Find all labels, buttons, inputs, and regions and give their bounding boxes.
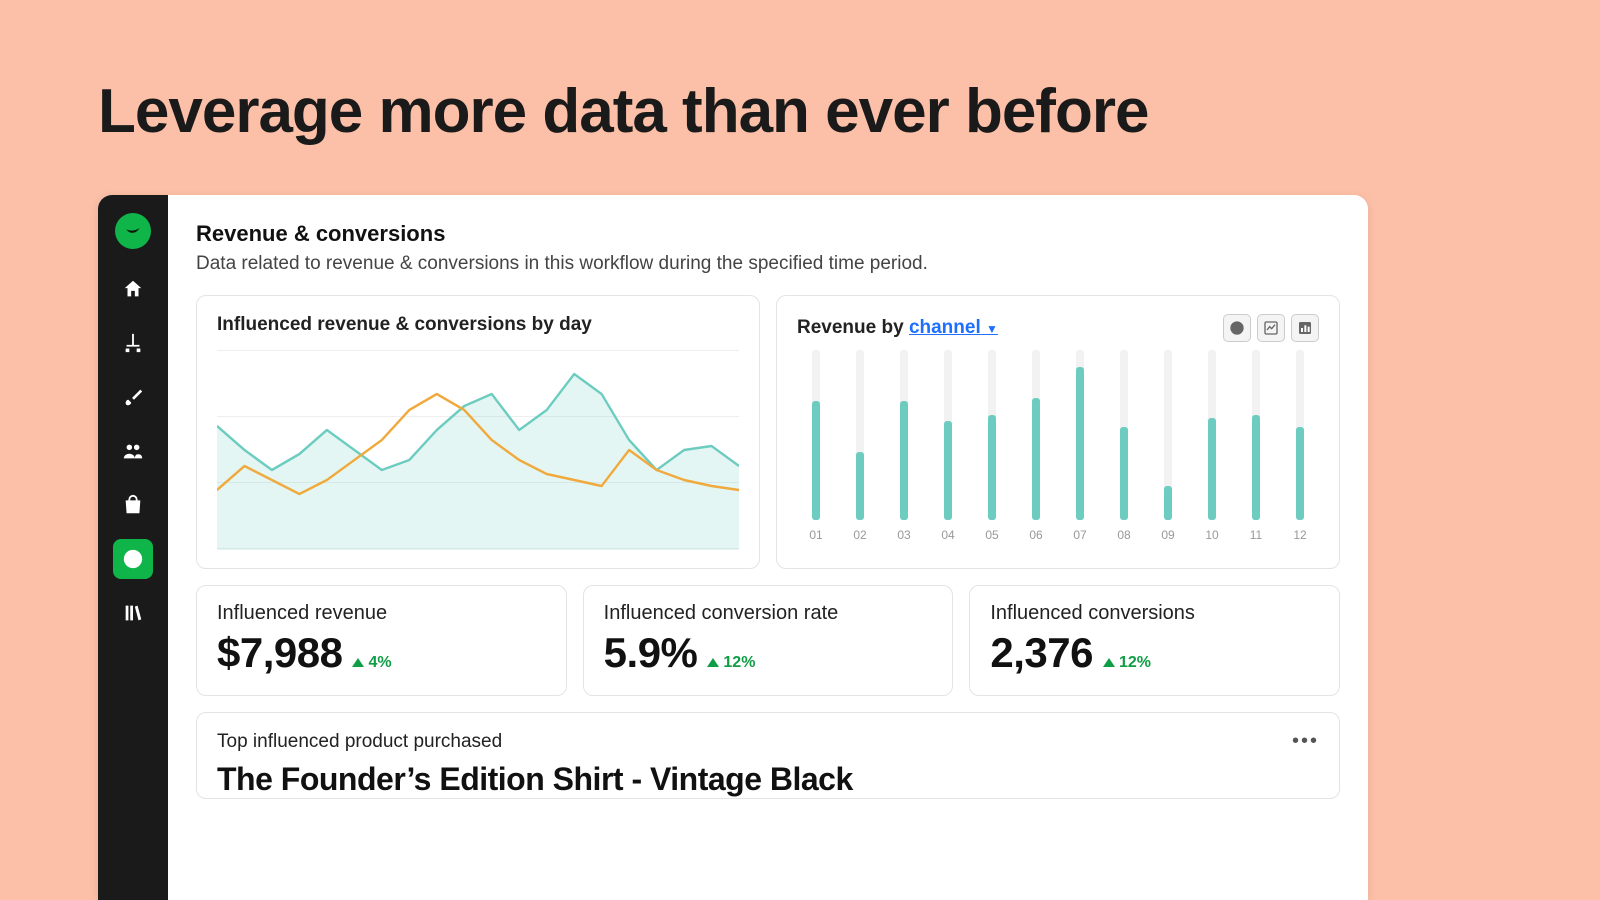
kpi-delta: 12% bbox=[707, 654, 755, 672]
kpi-row: Influenced revenue $7,988 4% Influenced con… bbox=[196, 585, 1340, 696]
bar-label: 01 bbox=[809, 528, 822, 542]
kpi-value: $7,988 bbox=[217, 629, 342, 677]
trend-up-icon bbox=[1103, 658, 1115, 667]
trend-up-icon bbox=[352, 658, 364, 667]
sidebar-item-library[interactable] bbox=[113, 593, 153, 633]
kpi-label: Influenced conversion rate bbox=[604, 602, 933, 625]
card-revenue-by-channel: Revenue by channel ▼ 01 02 03 bbox=[776, 295, 1340, 569]
channel-dropdown[interactable]: channel ▼ bbox=[909, 317, 998, 338]
bar-slot: 07 bbox=[1065, 350, 1095, 550]
trend-up-icon bbox=[707, 658, 719, 667]
kpi-card: Influenced revenue $7,988 4% bbox=[196, 585, 567, 696]
sidebar-item-analytics[interactable] bbox=[113, 539, 153, 579]
bar-label: 03 bbox=[897, 528, 910, 542]
bar-label: 10 bbox=[1205, 528, 1218, 542]
card-top-product: ••• Top influenced product purchased The… bbox=[196, 712, 1340, 799]
sidebar-item-home[interactable] bbox=[113, 269, 153, 309]
kpi-card: Influenced conversion rate 5.9% 12% bbox=[583, 585, 954, 696]
app-frame: Revenue & conversions Data related to re… bbox=[98, 195, 1368, 900]
kpi-label: Influenced conversions bbox=[990, 602, 1319, 625]
brand-logo[interactable] bbox=[115, 213, 151, 249]
bar-slot: 08 bbox=[1109, 350, 1139, 550]
bar[interactable] bbox=[856, 350, 864, 520]
line-chart bbox=[217, 350, 739, 550]
chart-type-bar-button[interactable] bbox=[1291, 314, 1319, 342]
kpi-delta: 12% bbox=[1103, 654, 1151, 672]
top-product-name: The Founder’s Edition Shirt - Vintage Bl… bbox=[217, 761, 1319, 798]
bar[interactable] bbox=[1164, 350, 1172, 520]
bar-label: 09 bbox=[1161, 528, 1174, 542]
kpi-delta: 4% bbox=[352, 654, 391, 672]
bar-slot: 03 bbox=[889, 350, 919, 550]
bar[interactable] bbox=[1208, 350, 1216, 520]
card-title: Influenced revenue & conversions by day bbox=[217, 314, 739, 336]
section-subtitle: Data related to revenue & conversions in… bbox=[196, 253, 1340, 275]
bar-slot: 06 bbox=[1021, 350, 1051, 550]
bar[interactable] bbox=[1296, 350, 1304, 520]
chart-type-line-button[interactable] bbox=[1257, 314, 1285, 342]
chart-type-pie-button[interactable] bbox=[1223, 314, 1251, 342]
bar-label: 11 bbox=[1250, 528, 1262, 542]
kpi-value: 5.9% bbox=[604, 629, 698, 677]
caret-down-icon: ▼ bbox=[986, 322, 998, 336]
bar-label: 07 bbox=[1073, 528, 1086, 542]
more-icon[interactable]: ••• bbox=[1292, 731, 1319, 751]
sidebar bbox=[98, 195, 168, 900]
top-product-label: Top influenced product purchased bbox=[217, 731, 1319, 753]
bar-slot: 01 bbox=[801, 350, 831, 550]
bar-slot: 11 bbox=[1241, 350, 1271, 550]
main-content: Revenue & conversions Data related to re… bbox=[168, 195, 1368, 900]
bar[interactable] bbox=[944, 350, 952, 520]
card-revenue-conversions-by-day: Influenced revenue & conversions by day bbox=[196, 295, 760, 569]
section-title: Revenue & conversions bbox=[196, 221, 1340, 247]
card-title: Revenue by channel ▼ bbox=[797, 317, 998, 339]
bar-slot: 10 bbox=[1197, 350, 1227, 550]
bar-slot: 09 bbox=[1153, 350, 1183, 550]
chart-type-toggle bbox=[1223, 314, 1319, 342]
kpi-label: Influenced revenue bbox=[217, 602, 546, 625]
sidebar-item-brush[interactable] bbox=[113, 377, 153, 417]
bar-slot: 12 bbox=[1285, 350, 1315, 550]
bar-label: 02 bbox=[853, 528, 866, 542]
bar[interactable] bbox=[812, 350, 820, 520]
bar[interactable] bbox=[1120, 350, 1128, 520]
bar-chart: 01 02 03 04 05 06 07 08 09 10 11 12 bbox=[797, 350, 1319, 550]
hero-title: Leverage more data than ever before bbox=[98, 76, 1148, 147]
bar-label: 06 bbox=[1029, 528, 1042, 542]
bar-label: 12 bbox=[1293, 528, 1306, 542]
bar-slot: 02 bbox=[845, 350, 875, 550]
kpi-card: Influenced conversions 2,376 12% bbox=[969, 585, 1340, 696]
bar-label: 04 bbox=[941, 528, 954, 542]
bar[interactable] bbox=[988, 350, 996, 520]
bar[interactable] bbox=[900, 350, 908, 520]
bar[interactable] bbox=[1032, 350, 1040, 520]
kpi-value: 2,376 bbox=[990, 629, 1093, 677]
sidebar-item-bag[interactable] bbox=[113, 485, 153, 525]
bar[interactable] bbox=[1076, 350, 1084, 520]
sidebar-item-users[interactable] bbox=[113, 431, 153, 471]
bar-slot: 04 bbox=[933, 350, 963, 550]
bar-slot: 05 bbox=[977, 350, 1007, 550]
card-title-prefix: Revenue by bbox=[797, 317, 909, 338]
bar-label: 05 bbox=[985, 528, 998, 542]
bar-label: 08 bbox=[1117, 528, 1130, 542]
sidebar-item-sitemap[interactable] bbox=[113, 323, 153, 363]
bar[interactable] bbox=[1252, 350, 1260, 520]
